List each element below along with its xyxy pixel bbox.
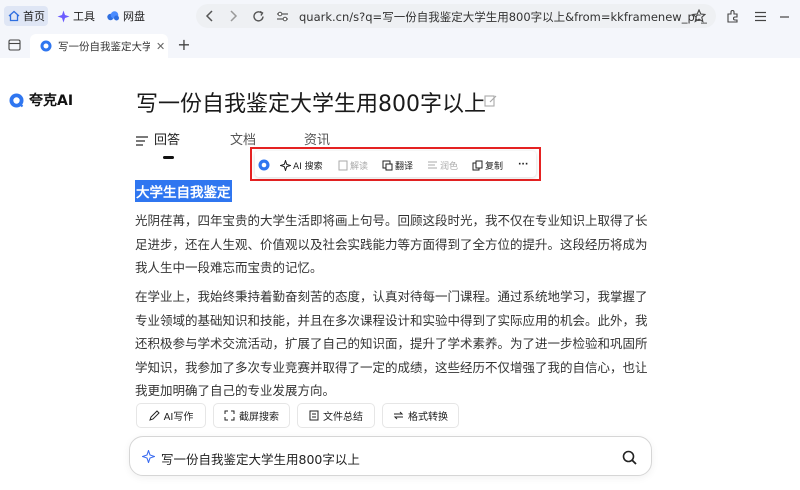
answer-paragraph-1: 光阴荏苒，四年宝贵的大学生活即将画上句号。回顾这段时光，我不仅在专业知识上取得了… xyxy=(135,213,648,275)
page-title: 写一份自我鉴定大学生用800字以上 xyxy=(136,92,486,117)
quark-logo-icon xyxy=(9,93,24,107)
tab-strip: 写一份自我鉴定大学生 ✕ + xyxy=(0,32,800,58)
copy-button[interactable]: 复制 xyxy=(472,157,503,173)
bookmark-label: 工具 xyxy=(73,10,95,23)
back-icon[interactable] xyxy=(202,8,218,24)
selected-heading[interactable]: 大学生自我鉴定 xyxy=(135,180,232,202)
interpret-button[interactable]: 解读 xyxy=(338,157,368,173)
url-text[interactable]: quark.cn/s?q=写一份自我鉴定大学生用800字以上&from=kkfr… xyxy=(299,9,707,25)
menu-icon[interactable] xyxy=(752,8,768,24)
screenshot-icon xyxy=(224,410,235,421)
translate-icon xyxy=(382,160,393,170)
sparkle-icon xyxy=(280,159,291,171)
polish-button[interactable]: 润色 xyxy=(427,157,458,173)
selection-toolbar-highlight: AI 搜索 解读 翻译 润色 复制 ··· xyxy=(250,147,541,181)
file-icon xyxy=(309,410,319,421)
copy-icon xyxy=(472,160,483,170)
reload-icon[interactable] xyxy=(250,8,266,24)
address-bar[interactable]: quark.cn/s?q=写一份自我鉴定大学生用800字以上&from=kkfr… xyxy=(196,4,716,28)
tab-answer[interactable]: 回答 xyxy=(136,129,180,148)
bookmark-netdisk[interactable]: 网盘 xyxy=(106,6,145,26)
browser-topbar: 首页 工具 网盘 quark.cn/s?q=写一份自我鉴定大学生用800字以上&… xyxy=(0,0,800,32)
quark-favicon-icon xyxy=(40,40,52,52)
tab-overview-icon[interactable] xyxy=(7,38,21,52)
edit-icon[interactable] xyxy=(483,93,497,107)
pen-icon xyxy=(148,410,160,421)
search-input[interactable]: 写一份自我鉴定大学生用800字以上 xyxy=(161,449,360,468)
file-summary-button[interactable]: 文件总结 xyxy=(297,403,375,428)
search-icon[interactable] xyxy=(620,448,638,466)
browser-tab-active[interactable]: 写一份自我鉴定大学生 ✕ xyxy=(30,34,168,58)
convert-icon xyxy=(393,411,404,420)
logo-text: 夸克AI xyxy=(29,93,74,109)
bookmark-home[interactable]: 首页 xyxy=(4,6,48,26)
ai-search-button[interactable]: AI 搜索 xyxy=(280,157,323,173)
list-icon xyxy=(136,135,148,146)
format-convert-button[interactable]: 格式转换 xyxy=(382,403,459,428)
bookmark-label: 网盘 xyxy=(123,10,145,23)
quark-toolbar-logo[interactable] xyxy=(258,157,270,173)
cloud-icon xyxy=(107,11,119,21)
tab-title: 写一份自我鉴定大学生 xyxy=(58,40,150,53)
site-settings-icon[interactable] xyxy=(274,8,290,24)
polish-icon xyxy=(428,161,437,169)
document-icon xyxy=(338,160,348,170)
translate-button[interactable]: 翻译 xyxy=(382,157,413,173)
sparkle-icon xyxy=(142,450,155,463)
answer-paragraph-2: 在学业上，我始终秉持着勤奋刻苦的态度，认真对待每一门课程。通过系统地学习，我掌握… xyxy=(135,289,648,398)
extensions-icon[interactable] xyxy=(725,8,741,24)
close-tab-icon[interactable]: ✕ xyxy=(156,40,165,53)
star-icon[interactable] xyxy=(691,8,707,24)
quark-logo-icon xyxy=(258,159,270,171)
selection-toolbar: AI 搜索 解读 翻译 润色 复制 ··· xyxy=(255,151,536,177)
screenshot-search-button[interactable]: 截屏搜索 xyxy=(213,403,290,428)
tab-documents[interactable]: 文档 xyxy=(230,129,256,148)
bookmark-label: 首页 xyxy=(23,10,45,23)
home-icon xyxy=(8,10,20,22)
active-tab-indicator xyxy=(163,156,174,159)
sparkle-icon xyxy=(57,10,70,22)
search-box[interactable]: 写一份自我鉴定大学生用800字以上 xyxy=(129,436,652,476)
tab-news[interactable]: 资讯 xyxy=(304,129,330,148)
quark-ai-logo[interactable]: 夸克AI xyxy=(9,90,73,110)
forward-icon[interactable] xyxy=(225,8,241,24)
more-button[interactable]: ··· xyxy=(518,157,528,173)
bookmark-tools[interactable]: 工具 xyxy=(57,6,95,26)
ai-writing-button[interactable]: AI写作 xyxy=(136,403,206,428)
minimize-icon[interactable] xyxy=(776,8,792,24)
new-tab-icon[interactable]: + xyxy=(176,35,192,54)
